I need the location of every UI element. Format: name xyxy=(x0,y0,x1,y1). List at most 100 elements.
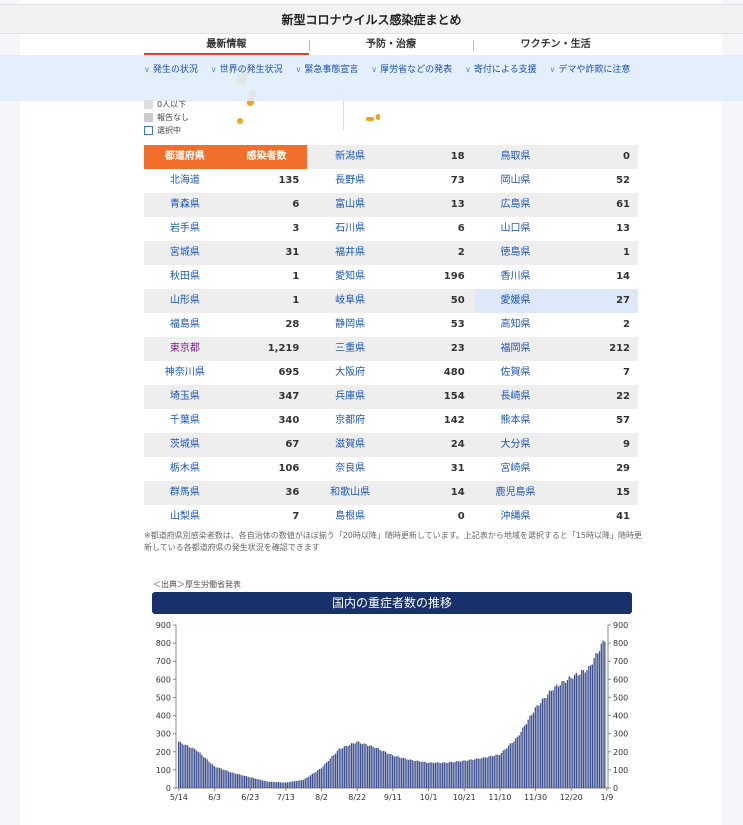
case-count: 15 xyxy=(616,487,630,498)
prefecture-link[interactable]: 岩手県 xyxy=(144,217,226,241)
chart-bar xyxy=(365,744,367,788)
tab-vaccine-life[interactable]: ワクチン・生活 xyxy=(473,37,638,55)
case-count: 29 xyxy=(616,463,630,474)
case-count: 22 xyxy=(616,391,630,402)
chart-bar xyxy=(441,762,444,788)
y-tick-label-right: 800 xyxy=(613,639,628,648)
prefecture-link[interactable]: 青森県 xyxy=(144,193,226,217)
prefecture-link[interactable]: 高知県 xyxy=(475,313,557,337)
prefecture-link[interactable]: 山形県 xyxy=(144,289,226,313)
chart-bar xyxy=(188,747,190,788)
prefecture-link[interactable]: 秋田県 xyxy=(144,265,226,289)
subnav-scam-warning[interactable]: ∨ デマや詐欺に注意 xyxy=(549,61,630,79)
subnav-emergency[interactable]: ∨ 緊急事態宣言 xyxy=(296,61,359,79)
chart-bar xyxy=(579,674,581,788)
prefecture-link[interactable]: 兵庫県 xyxy=(309,385,391,409)
chart-bar xyxy=(331,756,333,788)
case-count: 196 xyxy=(443,271,465,282)
chart-bar xyxy=(420,762,422,788)
chart-bar xyxy=(227,771,230,788)
chart-bar xyxy=(383,750,385,788)
prefecture-link[interactable]: 徳島県 xyxy=(475,241,557,265)
prefecture-link[interactable]: 北海道 xyxy=(144,169,226,193)
prefecture-link[interactable]: 福岡県 xyxy=(475,337,557,361)
chart-bar xyxy=(577,675,579,788)
subnav-announcements[interactable]: ∨ 厚労省などの発表 xyxy=(371,61,452,79)
prefecture-link[interactable]: 鳥取県 xyxy=(475,145,557,169)
tab-latest-info[interactable]: 最新情報 xyxy=(144,37,309,55)
prefecture-link[interactable]: 栃木県 xyxy=(144,457,226,481)
chart-bar xyxy=(206,759,208,788)
prefecture-link[interactable]: 鹿児島県 xyxy=(475,481,557,505)
prefecture-link[interactable]: 山口県 xyxy=(475,217,557,241)
prefecture-link[interactable]: 千葉県 xyxy=(144,409,226,433)
prefecture-link[interactable]: 福井県 xyxy=(309,241,391,265)
y-tick-label-right: 500 xyxy=(613,693,628,702)
tab-prevention[interactable]: 予防・治療 xyxy=(308,37,474,55)
prefecture-link[interactable]: 埼玉県 xyxy=(144,385,226,409)
prefecture-link[interactable]: 新潟県 xyxy=(309,145,391,169)
subnav-world-status[interactable]: ∨ 世界の発生状況 xyxy=(211,61,283,79)
y-tick-label-right: 900 xyxy=(613,621,628,630)
chart-bar xyxy=(477,758,479,788)
chart-bar xyxy=(392,755,394,788)
prefecture-link[interactable]: 島根県 xyxy=(309,505,391,529)
map-fragment xyxy=(376,114,380,120)
chart-bar xyxy=(589,665,592,788)
chart-bar xyxy=(286,782,289,788)
chart-bar xyxy=(299,780,301,788)
case-count: 2 xyxy=(457,247,465,258)
prefecture-link[interactable]: 香川県 xyxy=(475,265,557,289)
prefecture-link[interactable]: 長崎県 xyxy=(475,385,557,409)
prefecture-link[interactable]: 山梨県 xyxy=(144,505,226,529)
case-count: 23 xyxy=(450,343,465,354)
prefecture-link[interactable]: 滋賀県 xyxy=(309,433,391,457)
chart-bar xyxy=(429,762,431,788)
prefecture-link[interactable]: 静岡県 xyxy=(309,313,391,337)
prefecture-link[interactable]: 広島県 xyxy=(475,193,557,217)
prefecture-link[interactable]: 熊本県 xyxy=(475,409,557,433)
prefecture-link[interactable]: 富山県 xyxy=(309,193,391,217)
prefecture-link[interactable]: 岐阜県 xyxy=(309,289,391,313)
prefecture-link[interactable]: 東京都 xyxy=(144,337,226,361)
prefecture-link[interactable]: 佐賀県 xyxy=(475,361,557,385)
chevron-down-icon: ∨ xyxy=(371,65,378,74)
case-count: 3 xyxy=(292,223,300,234)
prefecture-link[interactable]: 和歌山県 xyxy=(309,481,391,505)
chart-bar xyxy=(190,748,192,788)
prefecture-link[interactable]: 神奈川県 xyxy=(144,361,226,385)
prefecture-link[interactable]: 茨城県 xyxy=(144,433,226,457)
prefecture-link[interactable]: 沖縄県 xyxy=(475,505,557,529)
prefecture-link[interactable]: 群馬県 xyxy=(144,481,226,505)
chart-bar xyxy=(588,666,590,788)
chart-bar xyxy=(349,744,351,788)
x-tick-label: 5/14 xyxy=(170,793,188,802)
chart-bar xyxy=(343,746,346,788)
chart-bar xyxy=(293,781,296,788)
prefecture-link[interactable]: 奈良県 xyxy=(309,457,391,481)
chart-bar xyxy=(208,761,210,788)
chart-bar xyxy=(436,762,438,788)
prefecture-link[interactable]: 宮崎県 xyxy=(475,457,557,481)
prefecture-link[interactable]: 宮城県 xyxy=(144,241,226,265)
y-tick-label: 200 xyxy=(156,748,171,757)
prefecture-link[interactable]: 岡山県 xyxy=(475,169,557,193)
prefecture-link[interactable]: 長野県 xyxy=(309,169,391,193)
prefecture-link[interactable]: 京都府 xyxy=(309,409,391,433)
chart-bar xyxy=(406,759,408,788)
prefecture-link[interactable]: 石川県 xyxy=(309,217,391,241)
x-tick-label: 10/21 xyxy=(453,793,476,802)
prefecture-link[interactable]: 愛媛県 xyxy=(474,289,557,313)
prefecture-link[interactable]: 三重県 xyxy=(309,337,391,361)
chart-bar xyxy=(459,761,462,788)
prefecture-link[interactable]: 福島県 xyxy=(144,313,226,337)
chart-bar xyxy=(470,759,472,788)
prefecture-link[interactable]: 大分県 xyxy=(475,433,557,457)
prefecture-link[interactable]: 愛知県 xyxy=(309,265,391,289)
subnav-donation[interactable]: ∨ 寄付による支援 xyxy=(465,61,537,79)
subnav-outbreak-status[interactable]: ∨ 発生の状況 xyxy=(144,61,198,79)
chart-bar xyxy=(313,772,315,788)
prefecture-link[interactable]: 大阪府 xyxy=(309,361,391,385)
chart-bar xyxy=(194,748,196,788)
chart-bar xyxy=(185,744,187,788)
